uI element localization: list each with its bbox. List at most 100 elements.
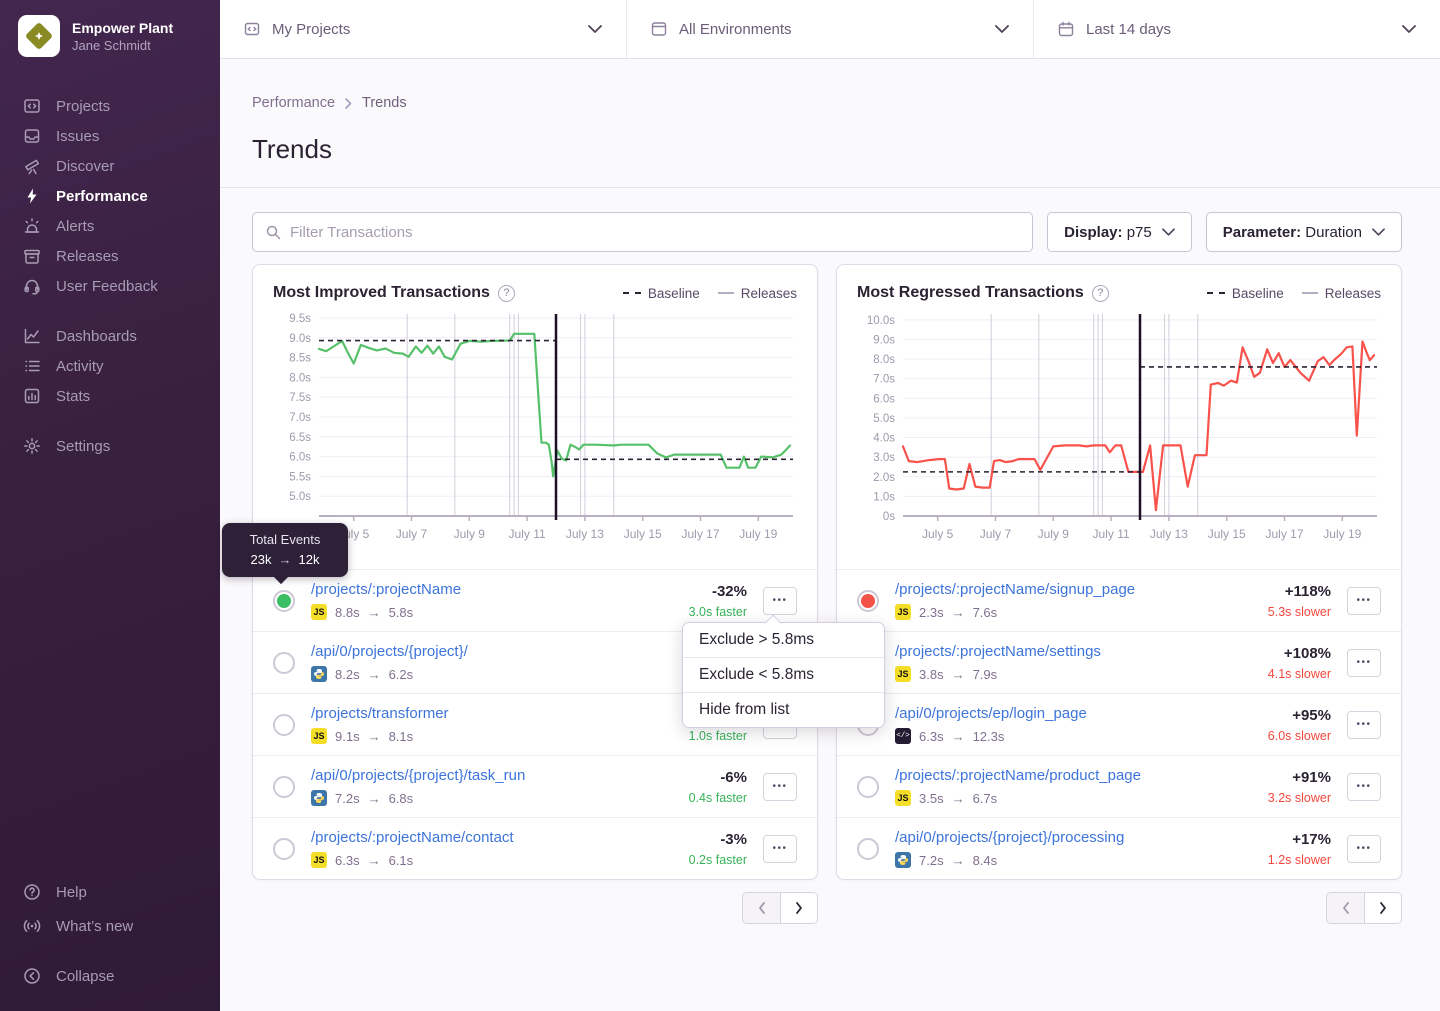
transaction-radio[interactable] [273, 714, 295, 736]
svg-text:2.0s: 2.0s [873, 472, 895, 484]
row-actions-button[interactable]: ••• [1347, 835, 1381, 863]
prev-page-button[interactable] [1327, 893, 1364, 923]
transaction-radio[interactable] [273, 590, 295, 612]
parameter-dropdown[interactable]: Parameter: Duration [1206, 212, 1402, 252]
sidebar-item-collapse[interactable]: Collapse [0, 959, 220, 993]
breadcrumb-performance[interactable]: Performance [252, 95, 335, 111]
trend-percent: +108% [1267, 645, 1331, 662]
prev-page-button[interactable] [743, 893, 780, 923]
environment-filter-dropdown[interactable]: All Environments [627, 0, 1034, 58]
svg-text:July 13: July 13 [1150, 527, 1188, 541]
next-page-button[interactable] [1364, 893, 1401, 923]
sidebar-item-label: Help [56, 884, 87, 901]
display-value: p75 [1127, 224, 1152, 241]
row-actions-button[interactable]: ••• [1347, 711, 1381, 739]
row-actions-button[interactable]: ••• [763, 835, 797, 863]
transaction-radio[interactable] [273, 652, 295, 674]
transaction-link[interactable]: /api/0/projects/ep/login_page [895, 705, 1087, 722]
code-icon: </> [895, 728, 911, 744]
transaction-link[interactable]: /projects/:projectName [311, 581, 461, 598]
menu-item-exclude-above[interactable]: Exclude > 5.8ms [683, 623, 884, 657]
transaction-link[interactable]: /projects/:projectName/signup_page [895, 581, 1135, 598]
chevron-down-icon [588, 25, 602, 33]
sidebar-item-user-feedback[interactable]: User Feedback [0, 271, 220, 301]
sidebar-item-whats-new[interactable]: What’s new [0, 909, 220, 943]
sidebar-item-performance[interactable]: Performance [0, 181, 220, 211]
table-row: /api/0/projects/{project}/task_run 7.2s→… [253, 755, 817, 817]
org-user: Jane Schmidt [72, 38, 173, 53]
tooltip-from-value: 23k [251, 552, 272, 567]
sidebar-item-help[interactable]: Help [0, 875, 220, 909]
row-actions-button[interactable]: ••• [763, 773, 797, 801]
svg-text:July 13: July 13 [566, 527, 604, 541]
next-page-button[interactable] [780, 893, 817, 923]
transaction-link[interactable]: /api/0/projects/{project}/processing [895, 829, 1124, 846]
transaction-radio[interactable] [857, 838, 879, 860]
help-icon[interactable]: ? [1092, 285, 1109, 302]
row-actions-button[interactable]: ••• [1347, 773, 1381, 801]
sidebar-item-issues[interactable]: Issues [0, 121, 220, 151]
chart-legend: Baseline Releases [623, 286, 797, 301]
svg-text:8.5s: 8.5s [289, 353, 311, 365]
regressed-transactions-chart[interactable]: 0s1.0s2.0s3.0s4.0s5.0s6.0s7.0s8.0s9.0s10… [857, 308, 1383, 560]
transaction-link[interactable]: /api/0/projects/{project}/task_run [311, 767, 525, 784]
transaction-link[interactable]: /api/0/projects/{project}/ [311, 643, 468, 660]
sidebar-item-releases[interactable]: Releases [0, 241, 220, 271]
table-row: /projects/:projectName/signup_page JS2.3… [837, 569, 1401, 631]
transaction-radio[interactable] [857, 590, 879, 612]
svg-text:July 15: July 15 [1208, 527, 1246, 541]
projects-icon [22, 97, 42, 115]
svg-text:6.0s: 6.0s [873, 393, 895, 405]
trend-delta: 6.0s slower [1267, 729, 1331, 743]
chevron-down-icon [1402, 25, 1416, 33]
duration-from: 2.3s [919, 605, 944, 620]
arrow-right-icon: → [368, 667, 381, 682]
window-icon [651, 21, 667, 37]
filter-transactions-input[interactable] [290, 224, 1020, 241]
sidebar-item-discover[interactable]: Discover [0, 151, 220, 181]
sidebar-item-stats[interactable]: Stats [0, 381, 220, 411]
sidebar-item-settings[interactable]: Settings [0, 431, 220, 461]
transaction-radio[interactable] [273, 776, 295, 798]
transaction-radio[interactable] [273, 838, 295, 860]
releases-icon [22, 247, 42, 265]
sidebar-item-projects[interactable]: Projects [0, 91, 220, 121]
display-dropdown[interactable]: Display: p75 [1047, 212, 1192, 252]
help-icon [22, 883, 42, 901]
main-content: Performance Trends Trends Display: p75 P… [220, 60, 1440, 1011]
menu-item-hide-from-list[interactable]: Hide from list [683, 692, 884, 727]
transaction-link[interactable]: /projects/:projectName/contact [311, 829, 514, 846]
menu-item-exclude-below[interactable]: Exclude < 5.8ms [683, 657, 884, 692]
issues-icon [22, 127, 42, 145]
legend-releases-label: Releases [1325, 286, 1381, 301]
trend-percent: +17% [1267, 831, 1331, 848]
transaction-link[interactable]: /projects/transformer [311, 705, 449, 722]
sidebar-item-label: Stats [56, 388, 90, 405]
help-icon[interactable]: ? [498, 285, 515, 302]
transaction-link[interactable]: /projects/:projectName/settings [895, 643, 1101, 660]
sidebar-item-label: What’s new [56, 918, 133, 935]
org-name: Empower Plant [72, 19, 173, 37]
duration-to: 6.1s [389, 853, 414, 868]
breadcrumb-trends: Trends [362, 95, 407, 111]
date-range-dropdown[interactable]: Last 14 days [1034, 0, 1440, 58]
sidebar-item-label: Projects [56, 98, 110, 115]
svg-text:5.0s: 5.0s [873, 413, 895, 425]
org-switcher[interactable]: Empower Plant Jane Schmidt [0, 0, 220, 67]
sidebar-item-dashboards[interactable]: Dashboards [0, 321, 220, 351]
sidebar-item-alerts[interactable]: Alerts [0, 211, 220, 241]
row-actions-button[interactable]: ••• [1347, 649, 1381, 677]
javascript-icon: JS [895, 790, 911, 806]
sidebar-item-activity[interactable]: Activity [0, 351, 220, 381]
svg-text:8.0s: 8.0s [289, 372, 311, 384]
svg-text:9.0s: 9.0s [873, 334, 895, 346]
improved-transactions-chart[interactable]: 5.0s5.5s6.0s6.5s7.0s7.5s8.0s8.5s9.0s9.5s… [273, 308, 799, 560]
sidebar-item-label: Settings [56, 438, 110, 455]
project-filter-dropdown[interactable]: My Projects [220, 0, 627, 58]
transaction-link[interactable]: /projects/:projectName/product_page [895, 767, 1141, 784]
row-actions-button[interactable]: ••• [1347, 587, 1381, 615]
row-actions-button[interactable]: ••• [763, 587, 797, 615]
javascript-icon: JS [311, 728, 327, 744]
javascript-icon: JS [311, 852, 327, 868]
transaction-radio[interactable] [857, 776, 879, 798]
